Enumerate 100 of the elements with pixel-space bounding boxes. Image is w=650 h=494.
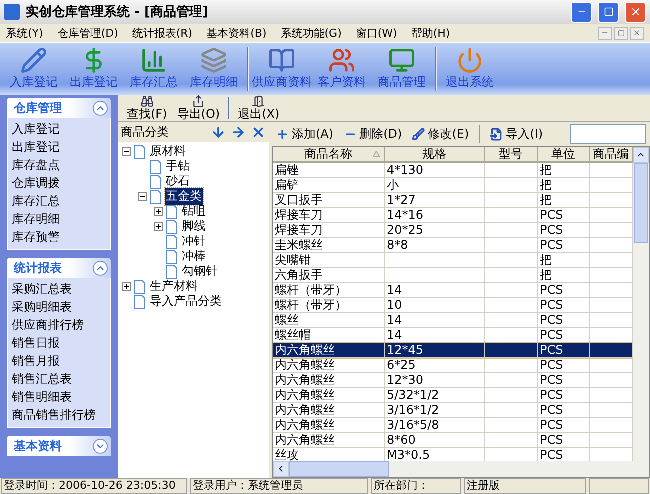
tree-item[interactable]: 钻咀 <box>181 203 207 220</box>
tree-item[interactable]: 原材料 <box>149 143 187 160</box>
menu-item[interactable]: 系统(Y) <box>6 26 44 40</box>
sidebar-item[interactable]: 库存盘点 <box>12 156 106 174</box>
tree-item[interactable]: 生产材料 <box>149 278 199 295</box>
toolbar-button[interactable]: 删除(D) <box>344 126 402 142</box>
collapse-icon[interactable] <box>138 192 147 201</box>
table-row[interactable]: 螺丝帽 14 PCS <box>273 328 633 343</box>
toolbar-button[interactable]: 退出(X) <box>233 95 285 121</box>
toolbar-button[interactable]: 修改(E) <box>412 126 470 142</box>
toolbar-button[interactable]: 查找(F) <box>122 95 172 121</box>
tree-item[interactable]: 手钻 <box>165 158 191 175</box>
tree-item[interactable]: 冲针 <box>181 233 207 250</box>
horizontal-scrollbar[interactable] <box>273 461 649 477</box>
sidebar-item[interactable]: 库存汇总 <box>12 192 106 210</box>
sidebar-item[interactable]: 商品销售排行榜 <box>12 406 106 424</box>
close-icon <box>633 29 641 37</box>
expand-icon[interactable] <box>154 207 163 216</box>
notebook-icon <box>267 47 297 74</box>
toolbar-button[interactable]: 导入(I) <box>490 126 544 142</box>
table-row[interactable]: 内六角螺丝 12*30 PCS <box>273 373 633 388</box>
tree-item[interactable]: 勾钢针 <box>181 263 219 280</box>
tree-item[interactable]: 脚线 <box>181 218 207 235</box>
restore-button[interactable] <box>614 26 628 40</box>
document-icon <box>166 264 178 278</box>
sidebar-item[interactable]: 采购明细表 <box>12 298 106 316</box>
menu-item[interactable]: 帮助(H) <box>411 26 450 40</box>
document-icon <box>134 144 146 158</box>
expand-icon[interactable] <box>122 282 131 291</box>
document-icon <box>134 294 146 308</box>
table-row[interactable]: 圭米螺丝 8*8 PCS <box>273 238 633 253</box>
tree-item[interactable]: 五金类 <box>165 188 203 205</box>
sidebar-item[interactable]: 库存预警 <box>12 228 106 246</box>
table-row[interactable]: 扁铲 小 把 <box>273 178 633 193</box>
vertical-scrollbar[interactable] <box>633 163 649 461</box>
sidebar-item[interactable]: 销售汇总表 <box>12 370 106 388</box>
table-cell <box>485 343 538 358</box>
tree-item[interactable]: 导入产品分类 <box>149 293 223 310</box>
group-header[interactable]: 基本资料 <box>7 436 111 456</box>
tree-item[interactable]: 砂石 <box>165 173 191 190</box>
table-row[interactable]: 内六角螺丝 6*25 PCS <box>273 358 633 373</box>
sidebar-item[interactable]: 销售日报 <box>12 334 106 352</box>
status-cell: 所在部门： <box>371 478 461 494</box>
close-button[interactable] <box>630 26 644 40</box>
status-cell: 登录用户：系统管理员 <box>190 478 368 494</box>
document-icon <box>134 280 146 294</box>
maximize-button[interactable] <box>598 2 619 22</box>
group-header[interactable]: 统计报表 <box>7 258 111 278</box>
sidebar-item[interactable]: 供应商排行榜 <box>12 316 106 334</box>
table-row[interactable]: 螺杆（带牙） 14 PCS <box>273 283 633 298</box>
close-icon <box>630 6 642 18</box>
column-header[interactable]: 规格 <box>385 147 485 163</box>
table-row[interactable]: 扁锉 4*130 把 <box>273 163 633 178</box>
toolbar-button[interactable]: 添加(A) <box>276 126 334 142</box>
table-row[interactable]: 内六角螺丝 5/32*1/2 PCS <box>273 388 633 403</box>
table-row[interactable]: 内六角螺丝 8*60 PCS <box>273 433 633 448</box>
group-title: 仓库管理 <box>14 100 62 116</box>
collapse-icon[interactable] <box>122 147 131 156</box>
column-header[interactable]: 商品名称 <box>273 147 385 163</box>
column-header[interactable]: 型号 <box>485 147 538 163</box>
sidebar-item[interactable]: 仓库调拨 <box>12 174 106 192</box>
table-row[interactable]: 焊接车刀 20*25 PCS <box>273 223 633 238</box>
sidebar-item[interactable]: 入库登记 <box>12 120 106 138</box>
menu-item[interactable]: 窗口(W) <box>356 26 398 40</box>
sidebar-item[interactable]: 出库登记 <box>12 138 106 156</box>
app-icon <box>4 4 20 20</box>
table-row[interactable]: 尖嘴钳 把 <box>273 253 633 268</box>
expand-icon[interactable] <box>154 222 163 231</box>
table-row[interactable]: 叉口扳手 1*27 把 <box>273 193 633 208</box>
menu-item[interactable]: 基本资料(B) <box>206 26 267 40</box>
table-row[interactable]: 丝攻 M3*0.5 PCS <box>273 448 633 461</box>
table-row[interactable]: 螺丝 14 PCS <box>273 313 633 328</box>
search-field[interactable] <box>570 124 646 144</box>
document-icon <box>166 204 178 218</box>
window-title: 实创仓库管理系统 - [商品管理] <box>26 4 210 21</box>
table-row[interactable]: 六角扳手 把 <box>273 268 633 283</box>
column-header[interactable]: 商品编 <box>590 147 633 163</box>
menu-item[interactable]: 仓库管理(D) <box>57 26 118 40</box>
toolbar-button[interactable]: 导出(O) <box>172 95 226 121</box>
document-icon <box>150 190 162 204</box>
table-row[interactable]: 螺杆（带牙） 10 PCS <box>273 298 633 313</box>
table-row[interactable]: 内六角螺丝 3/16*1/2 PCS <box>273 403 633 418</box>
table-row[interactable]: 内六角螺丝 12*45 PCS <box>273 343 633 358</box>
document-icon <box>150 160 162 174</box>
status-cell: 登录时间：2006-10-26 23:05:30 <box>1 478 187 494</box>
sidebar-item[interactable]: 库存明细 <box>12 210 106 228</box>
group-header[interactable]: 仓库管理 <box>7 98 111 118</box>
scroll-left-button[interactable] <box>273 461 289 477</box>
sidebar-item[interactable]: 采购汇总表 <box>12 280 106 298</box>
table-row[interactable]: 焊接车刀 14*16 PCS <box>273 208 633 223</box>
menu-item[interactable]: 系统功能(G) <box>280 26 342 40</box>
table-row[interactable]: 内六角螺丝 3/16*5/8 PCS <box>273 418 633 433</box>
menu-item[interactable]: 统计报表(R) <box>132 26 193 40</box>
column-header[interactable]: 单位 <box>538 147 590 163</box>
minimize-button[interactable] <box>598 26 612 40</box>
sidebar-item[interactable]: 销售月报 <box>12 352 106 370</box>
scroll-up-button[interactable] <box>633 147 649 163</box>
export-icon <box>192 95 206 108</box>
tree-item[interactable]: 冲棒 <box>181 248 207 265</box>
sidebar-item[interactable]: 销售明细表 <box>12 388 106 406</box>
